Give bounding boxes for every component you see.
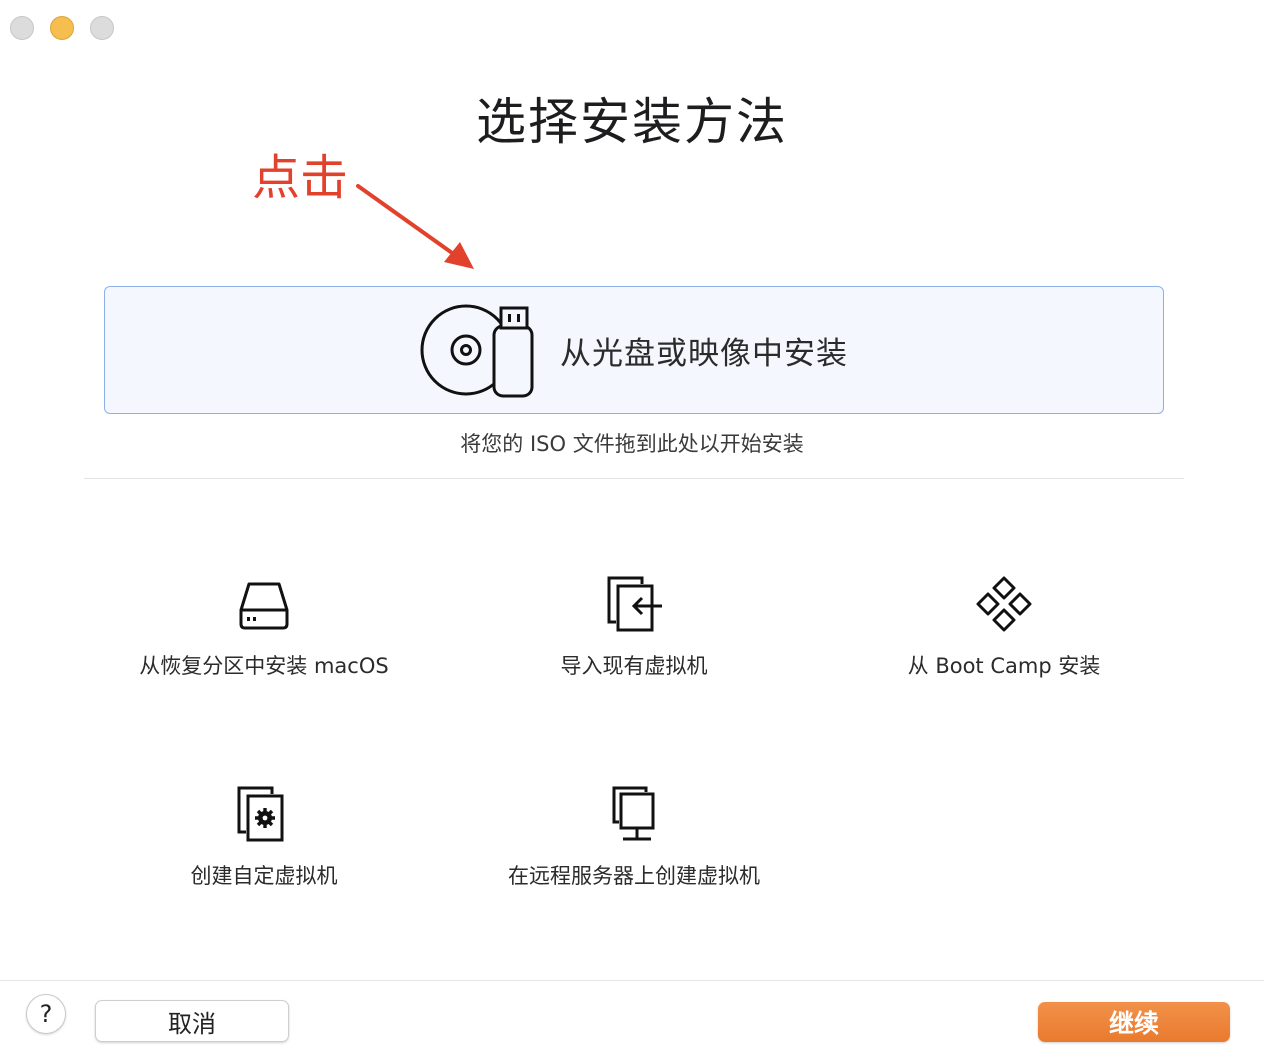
import-existing-vm-label: 导入现有虚拟机 bbox=[560, 654, 708, 678]
import-existing-vm-option[interactable]: 导入现有虚拟机 bbox=[454, 572, 814, 680]
import-vm-icon bbox=[607, 576, 662, 632]
install-from-bootcamp-label: 从 Boot Camp 安装 bbox=[907, 654, 1101, 678]
create-remote-vm-option[interactable]: 在远程服务器上创建虚拟机 bbox=[454, 782, 814, 890]
install-from-recovery-label: 从恢复分区中安装 macOS bbox=[139, 654, 389, 678]
drop-iso-hint: 将您的 ISO 文件拖到此处以开始安装 bbox=[460, 432, 804, 456]
create-remote-vm-label: 在远程服务器上创建虚拟机 bbox=[508, 864, 760, 888]
custom-vm-icon bbox=[237, 786, 284, 842]
disc-usb-icon bbox=[420, 304, 534, 398]
bootcamp-icon bbox=[976, 576, 1032, 632]
help-button[interactable]: ? bbox=[26, 994, 66, 1034]
install-from-bootcamp-option[interactable]: 从 Boot Camp 安装 bbox=[824, 572, 1184, 680]
hard-drive-icon bbox=[239, 582, 289, 630]
remote-server-icon bbox=[612, 786, 655, 841]
install-from-disc-label: 从光盘或映像中安装 bbox=[560, 335, 848, 372]
install-from-disc-or-image-option[interactable]: 从光盘或映像中安装 bbox=[104, 286, 1164, 414]
create-custom-vm-label: 创建自定虚拟机 bbox=[190, 864, 338, 888]
continue-button[interactable]: 继续 bbox=[1038, 1002, 1230, 1042]
minimize-window-button[interactable] bbox=[50, 16, 74, 40]
zoom-window-button[interactable] bbox=[90, 16, 114, 40]
install-from-recovery-option[interactable]: 从恢复分区中安装 macOS bbox=[84, 572, 444, 680]
section-divider bbox=[84, 478, 1184, 479]
annotation-label: 点击 bbox=[252, 150, 349, 206]
window-controls bbox=[10, 16, 114, 40]
install-method-window: 选择安装方法 点击 从光盘或映像中安装 将您的 ISO 文件拖到此处以开始安装 … bbox=[0, 0, 1264, 1056]
create-custom-vm-option[interactable]: 创建自定虚拟机 bbox=[84, 782, 444, 890]
annotation-arrow-icon bbox=[356, 184, 474, 269]
cancel-button[interactable]: 取消 bbox=[95, 1000, 289, 1042]
close-window-button[interactable] bbox=[10, 16, 34, 40]
page-title: 选择安装方法 bbox=[476, 93, 788, 151]
footer-divider bbox=[0, 980, 1264, 981]
